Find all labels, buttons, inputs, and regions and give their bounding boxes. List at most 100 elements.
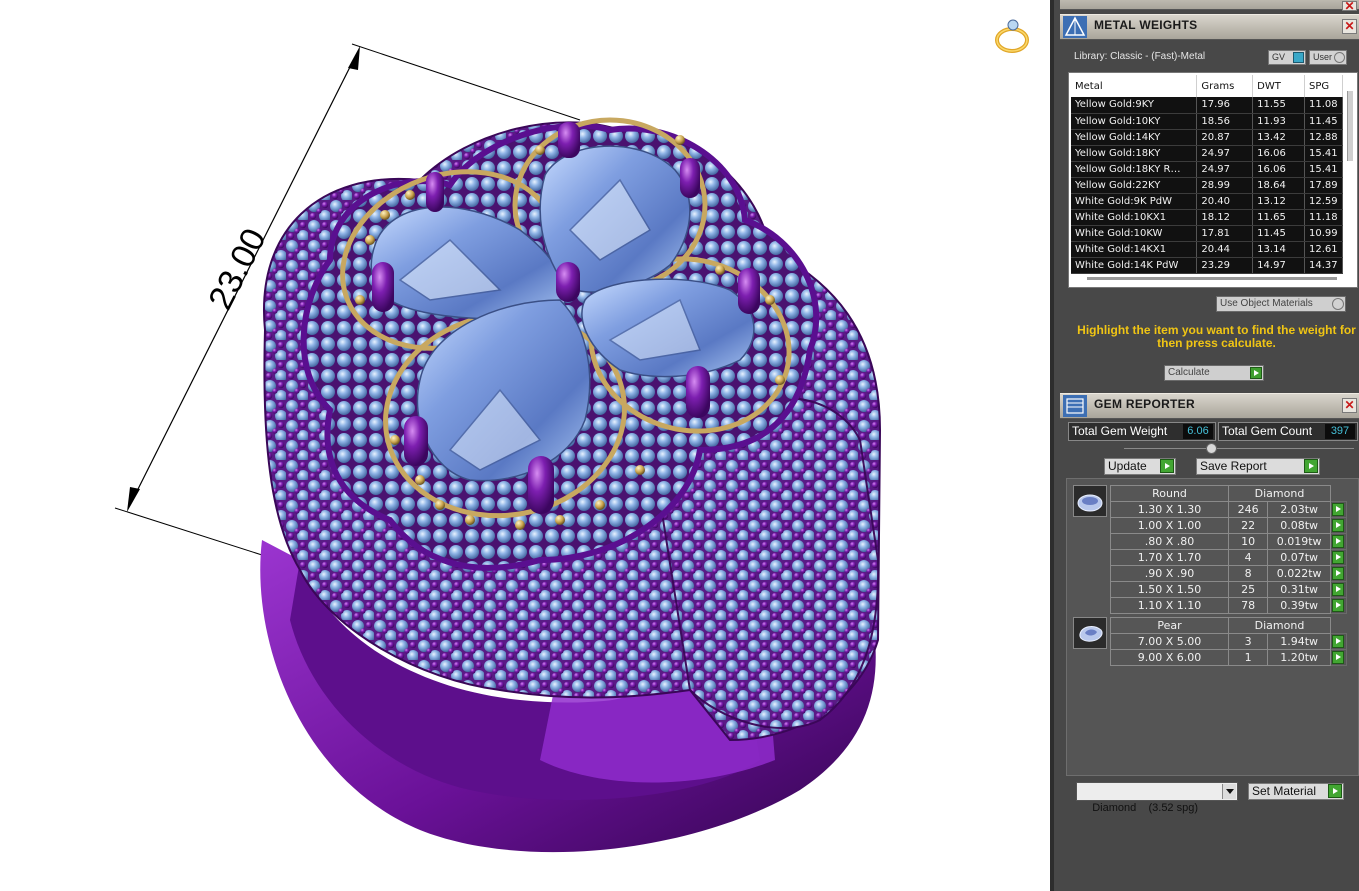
calculate-button[interactable]: Calculate bbox=[1164, 365, 1264, 381]
cell-spg: 12.88 bbox=[1304, 129, 1343, 146]
play-icon bbox=[1250, 367, 1262, 379]
cell-dwt: 16.06 bbox=[1252, 161, 1305, 178]
cell-dwt: 16.06 bbox=[1252, 145, 1305, 162]
dimension-label: 23.00 bbox=[201, 223, 273, 316]
gem-count: 22 bbox=[1227, 517, 1269, 534]
cell-dwt: 11.45 bbox=[1252, 225, 1305, 242]
horizontal-scrollbar[interactable] bbox=[1087, 277, 1337, 280]
table-row[interactable]: White Gold:14K PdW 23.29 14.97 14.37 bbox=[1071, 257, 1343, 274]
chevron-down-icon[interactable] bbox=[1222, 784, 1236, 799]
cell-grams: 17.81 bbox=[1196, 225, 1254, 242]
gem-size: 1.00 X 1.00 bbox=[1110, 517, 1229, 534]
gem-count: 3 bbox=[1227, 633, 1269, 650]
gem-size: 9.00 X 6.00 bbox=[1110, 649, 1229, 666]
select-gems-button[interactable] bbox=[1330, 517, 1347, 534]
table-row[interactable]: 1.50 X 1.50 25 0.31tw bbox=[1110, 581, 1347, 598]
metal-table-container[interactable]: Metal Grams DWT SPG Yellow Gold:9KY 17.96… bbox=[1068, 72, 1358, 288]
cell-metal: Yellow Gold:9KY bbox=[1071, 97, 1198, 114]
table-row[interactable]: 1.30 X 1.30 246 2.03tw bbox=[1110, 501, 1347, 518]
update-button[interactable]: Update bbox=[1104, 458, 1176, 475]
table-row[interactable]: .80 X .80 10 0.019tw bbox=[1110, 533, 1347, 550]
close-icon[interactable]: ✕ bbox=[1342, 398, 1357, 413]
set-material-button[interactable]: Set Material bbox=[1248, 783, 1344, 800]
play-icon bbox=[1328, 784, 1342, 798]
column-header-spg[interactable]: SPG bbox=[1304, 75, 1343, 97]
gem-size: 1.50 X 1.50 bbox=[1110, 581, 1229, 598]
gem-count: 78 bbox=[1227, 597, 1269, 614]
select-gems-button[interactable] bbox=[1330, 533, 1347, 550]
splitter-handle[interactable] bbox=[1206, 443, 1217, 454]
cell-dwt: 13.14 bbox=[1252, 241, 1305, 258]
cell-grams: 18.56 bbox=[1196, 113, 1254, 130]
select-gems-button[interactable] bbox=[1330, 597, 1347, 614]
cell-grams: 20.40 bbox=[1196, 193, 1254, 210]
3d-viewport[interactable]: 23.00 bbox=[0, 0, 1050, 891]
table-row[interactable]: .90 X .90 8 0.022tw bbox=[1110, 565, 1347, 582]
divider bbox=[1124, 448, 1354, 449]
cell-dwt: 14.97 bbox=[1252, 257, 1305, 274]
table-row[interactable]: 7.00 X 5.00 3 1.94tw bbox=[1110, 633, 1347, 650]
gem-weight: 0.07tw bbox=[1267, 549, 1331, 566]
cell-dwt: 13.12 bbox=[1252, 193, 1305, 210]
gem-reporter-title: GEM REPORTER bbox=[1094, 397, 1195, 411]
cell-dwt: 11.93 bbox=[1252, 113, 1305, 130]
gem-count: 25 bbox=[1227, 581, 1269, 598]
cell-metal: White Gold:10KW bbox=[1071, 225, 1198, 242]
close-icon[interactable]: ✕ bbox=[1342, 0, 1357, 12]
gem-weight: 0.08tw bbox=[1267, 517, 1331, 534]
gv-toggle[interactable]: GV bbox=[1268, 50, 1306, 65]
select-gems-button[interactable] bbox=[1330, 501, 1347, 518]
play-icon bbox=[1304, 459, 1318, 473]
table-row[interactable]: 1.70 X 1.70 4 0.07tw bbox=[1110, 549, 1347, 566]
library-label: Library: Classic - (Fast)-Metal bbox=[1074, 51, 1206, 62]
table-row[interactable]: White Gold:14KX1 20.44 13.14 12.61 bbox=[1071, 241, 1343, 258]
metal-weights-icon bbox=[1063, 16, 1087, 38]
ring-icon[interactable] bbox=[992, 16, 1032, 56]
column-header-metal[interactable]: Metal bbox=[1071, 75, 1198, 97]
table-row[interactable]: 1.00 X 1.00 22 0.08tw bbox=[1110, 517, 1347, 534]
gem-reporter-header[interactable]: GEM REPORTER ✕ bbox=[1060, 393, 1359, 419]
table-row[interactable]: White Gold:10KX1 18.12 11.65 11.18 bbox=[1071, 209, 1343, 226]
table-row[interactable]: 1.10 X 1.10 78 0.39tw bbox=[1110, 597, 1347, 614]
table-row[interactable]: Yellow Gold:18KY 24.97 16.06 15.41 bbox=[1071, 145, 1343, 162]
gem-weight: 0.31tw bbox=[1267, 581, 1331, 598]
select-gems-button[interactable] bbox=[1330, 565, 1347, 582]
gem-count: 1 bbox=[1227, 649, 1269, 666]
select-gems-button[interactable] bbox=[1330, 581, 1347, 598]
cell-spg: 15.41 bbox=[1304, 145, 1343, 162]
gem-size: 1.70 X 1.70 bbox=[1110, 549, 1229, 566]
table-row[interactable]: Yellow Gold:18KY R… 24.97 16.06 15.41 bbox=[1071, 161, 1343, 178]
gem-weight: 2.03tw bbox=[1267, 501, 1331, 518]
select-gems-button[interactable] bbox=[1330, 549, 1347, 566]
gem-weight: 0.022tw bbox=[1267, 565, 1331, 582]
table-row[interactable]: White Gold:10KW 17.81 11.45 10.99 bbox=[1071, 225, 1343, 242]
cell-metal: White Gold:14K PdW bbox=[1071, 257, 1198, 274]
use-object-materials-toggle[interactable]: Use Object Materials bbox=[1216, 296, 1346, 312]
collapsed-panel-header[interactable]: ✕ bbox=[1060, 0, 1359, 12]
cell-spg: 17.89 bbox=[1304, 177, 1343, 194]
gem-shape-header: Pear bbox=[1110, 617, 1229, 634]
toggle-on-icon bbox=[1293, 52, 1304, 63]
gem-material-header: Diamond bbox=[1228, 485, 1331, 502]
cell-spg: 14.37 bbox=[1304, 257, 1343, 274]
close-icon[interactable]: ✕ bbox=[1342, 19, 1357, 34]
metal-table[interactable]: Metal Grams DWT SPG Yellow Gold:9KY 17.96… bbox=[1071, 75, 1343, 274]
material-select[interactable]: Diamond (3.52 spg) bbox=[1076, 782, 1238, 814]
table-row[interactable]: Yellow Gold:9KY 17.96 11.55 11.08 bbox=[1071, 97, 1343, 114]
save-report-button[interactable]: Save Report bbox=[1196, 458, 1320, 475]
total-gem-count-value: 397 bbox=[1325, 424, 1355, 439]
metal-weights-header[interactable]: METAL WEIGHTS ✕ bbox=[1060, 14, 1359, 40]
total-gem-count: Total Gem Count 397 bbox=[1218, 422, 1358, 441]
vertical-scrollbar[interactable] bbox=[1347, 91, 1353, 161]
table-row[interactable]: Yellow Gold:22KY 28.99 18.64 17.89 bbox=[1071, 177, 1343, 194]
cell-grams: 24.97 bbox=[1196, 145, 1254, 162]
column-header-dwt[interactable]: DWT bbox=[1252, 75, 1305, 97]
table-row[interactable]: 9.00 X 6.00 1 1.20tw bbox=[1110, 649, 1347, 666]
select-gems-button[interactable] bbox=[1330, 633, 1347, 650]
user-toggle[interactable]: User bbox=[1309, 50, 1347, 65]
table-row[interactable]: Yellow Gold:10KY 18.56 11.93 11.45 bbox=[1071, 113, 1343, 130]
table-row[interactable]: White Gold:9K PdW 20.40 13.12 12.59 bbox=[1071, 193, 1343, 210]
column-header-grams[interactable]: Grams bbox=[1196, 75, 1254, 97]
select-gems-button[interactable] bbox=[1330, 649, 1347, 666]
table-row[interactable]: Yellow Gold:14KY 20.87 13.42 12.88 bbox=[1071, 129, 1343, 146]
